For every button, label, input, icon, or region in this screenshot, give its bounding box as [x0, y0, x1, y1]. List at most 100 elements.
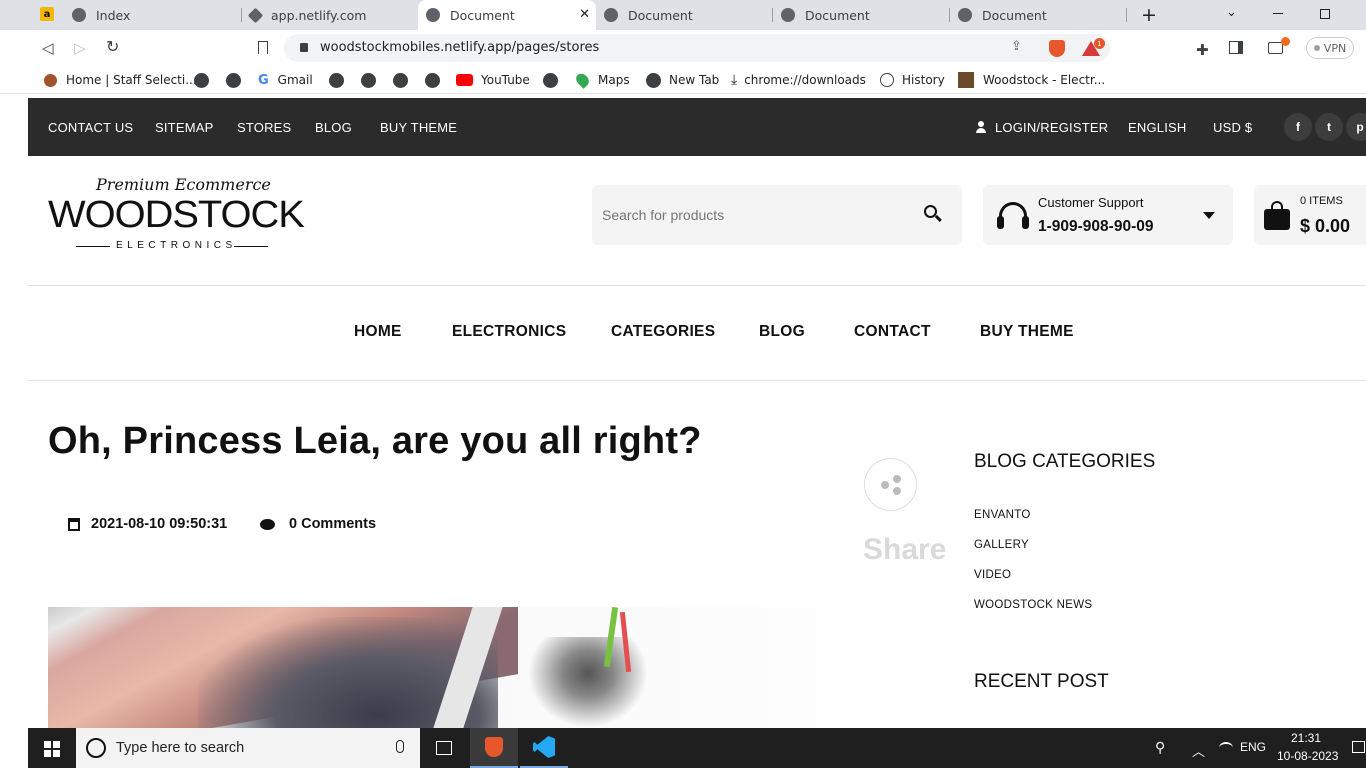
tab-document[interactable]: Document: [773, 0, 950, 30]
brave-shield-icon[interactable]: [1049, 40, 1065, 57]
reload-button[interactable]: ↻: [106, 37, 119, 56]
woodstock-favicon: [958, 72, 974, 88]
bookmark-downloads[interactable]: ⤓ chrome://downloads: [731, 70, 866, 90]
bookmark-globe[interactable]: [543, 70, 558, 90]
nav-categories[interactable]: CATEGORIES: [611, 323, 715, 341]
bookmark-icon[interactable]: [258, 41, 268, 54]
pinterest-icon[interactable]: p: [1346, 113, 1366, 141]
shopping-bag-icon: [1264, 201, 1290, 230]
login-register-link[interactable]: LOGIN/REGISTER: [976, 98, 1108, 156]
nav-buy-theme[interactable]: BUY THEME: [980, 323, 1074, 341]
keyboard-language[interactable]: ENG: [1240, 740, 1266, 754]
share-label: Share: [863, 533, 947, 566]
restore-button[interactable]: [1320, 9, 1330, 19]
cart-items: 0 ITEMS: [1300, 195, 1343, 207]
comment-icon: [260, 518, 275, 530]
tab-index[interactable]: Index: [64, 0, 242, 30]
windows-start-icon[interactable]: [44, 741, 60, 757]
divider: [28, 380, 1366, 381]
bookmark-home-staff[interactable]: Home | Staff Selecti...: [44, 70, 197, 90]
topbar-buy-theme[interactable]: BUY THEME: [380, 98, 457, 156]
category-link[interactable]: WOODSTOCK NEWS: [974, 599, 1092, 611]
cart-box[interactable]: 0 ITEMS $ 0.00: [1254, 185, 1366, 245]
bookmark-history[interactable]: History: [880, 70, 945, 90]
tab-document-active[interactable]: Document ✕: [418, 0, 596, 30]
nav-home[interactable]: HOME: [354, 323, 402, 341]
netlify-icon: [247, 7, 264, 23]
search-input[interactable]: [602, 203, 912, 227]
bookmark-new-tab[interactable]: New Tab: [646, 70, 719, 90]
topbar-blog[interactable]: BLOG: [315, 98, 352, 156]
tab-document[interactable]: Document: [596, 0, 773, 30]
bookmark-woodstock[interactable]: Woodstock - Electr...: [958, 70, 1105, 90]
site-logo[interactable]: Premium Ecommerce WOODSTOCK ELECTRONICS: [48, 172, 305, 256]
globe-icon: [425, 72, 440, 88]
headphones-icon: [997, 202, 1029, 230]
vscode-taskbar-icon[interactable]: [520, 728, 568, 768]
sidebar-icon[interactable]: [1229, 41, 1243, 54]
topbar-contact-us[interactable]: CONTACT US: [48, 98, 133, 156]
post-date: 2021-08-10 09:50:31: [68, 516, 227, 532]
vpn-status-dot: [1313, 45, 1320, 51]
address-bar[interactable]: woodstockmobiles.netlify.app/pages/store…: [284, 34, 1110, 62]
tab-netlify[interactable]: app.netlify.com: [242, 0, 418, 30]
url-text[interactable]: woodstockmobiles.netlify.app/pages/store…: [320, 40, 599, 55]
nav-blog[interactable]: BLOG: [759, 323, 805, 341]
customer-support-box[interactable]: Customer Support 1-909-908-90-09: [983, 185, 1233, 245]
facebook-icon[interactable]: f: [1284, 113, 1312, 141]
bookmark-globe[interactable]: [226, 70, 241, 90]
nav-electronics[interactable]: ELECTRONICS: [452, 323, 566, 341]
bookmark-gmail[interactable]: G Gmail: [258, 70, 313, 90]
new-tab-button[interactable]: +: [1141, 4, 1157, 26]
tab-search-icon[interactable]: ⌄: [1226, 5, 1237, 20]
caret-down-icon[interactable]: [1203, 212, 1215, 219]
microphone-icon[interactable]: [396, 740, 404, 753]
search-icon[interactable]: [924, 205, 942, 222]
amazon-icon[interactable]: a: [40, 7, 54, 21]
extensions-icon[interactable]: ✚: [1196, 41, 1209, 59]
post-comments[interactable]: 0 Comments: [260, 516, 376, 532]
bookmark-globe[interactable]: [194, 70, 209, 90]
cortana-circle-icon: [86, 738, 106, 758]
twitter-icon[interactable]: t: [1315, 113, 1343, 141]
notification-center-icon[interactable]: [1352, 741, 1365, 753]
bookmark-globe[interactable]: [329, 70, 344, 90]
bookmark-youtube[interactable]: YouTube: [456, 70, 530, 90]
topbar-sitemap[interactable]: SITEMAP: [155, 98, 213, 156]
clock-date[interactable]: 10-08-2023: [1277, 749, 1338, 763]
globe-icon: [361, 72, 376, 88]
minimize-button[interactable]: [1273, 13, 1283, 14]
bookmark-globe[interactable]: [393, 70, 408, 90]
category-link[interactable]: ENVANTO: [974, 509, 1031, 521]
globe-icon: [329, 72, 344, 88]
tab-document[interactable]: Document: [950, 0, 1127, 30]
close-tab-icon[interactable]: ✕: [579, 7, 590, 22]
people-icon[interactable]: ⚲: [1155, 740, 1165, 756]
back-button[interactable]: ◁: [42, 39, 54, 57]
taskbar-search-box[interactable]: Type here to search: [76, 728, 420, 768]
globe-icon: [72, 8, 86, 22]
share-page-icon[interactable]: ⇪: [1011, 39, 1022, 54]
language-selector[interactable]: ENGLISH: [1128, 98, 1186, 156]
task-view-icon[interactable]: [436, 741, 452, 755]
forward-button[interactable]: ▷: [74, 39, 86, 57]
bookmark-globe[interactable]: [425, 70, 440, 90]
globe-icon: [194, 72, 209, 88]
history-icon: [880, 73, 894, 87]
logo-wordmark: WOODSTOCK: [48, 194, 305, 236]
brave-taskbar-icon[interactable]: [470, 728, 518, 768]
currency-selector[interactable]: USD $: [1213, 98, 1252, 156]
category-link[interactable]: VIDEO: [974, 569, 1011, 581]
wifi-icon[interactable]: [1219, 742, 1233, 754]
nav-contact[interactable]: CONTACT: [854, 323, 931, 341]
vpn-button[interactable]: VPN: [1306, 37, 1354, 59]
topbar-stores[interactable]: STORES: [237, 98, 291, 156]
tray-chevron-icon[interactable]: ︿: [1192, 741, 1205, 760]
bookmark-globe[interactable]: [361, 70, 376, 90]
share-button[interactable]: [864, 458, 917, 511]
logo-line-right: [234, 246, 268, 247]
lock-icon: [300, 43, 308, 52]
clock-time[interactable]: 21:31: [1291, 731, 1321, 745]
bookmark-maps[interactable]: Maps: [573, 70, 630, 90]
category-link[interactable]: GALLERY: [974, 539, 1029, 551]
